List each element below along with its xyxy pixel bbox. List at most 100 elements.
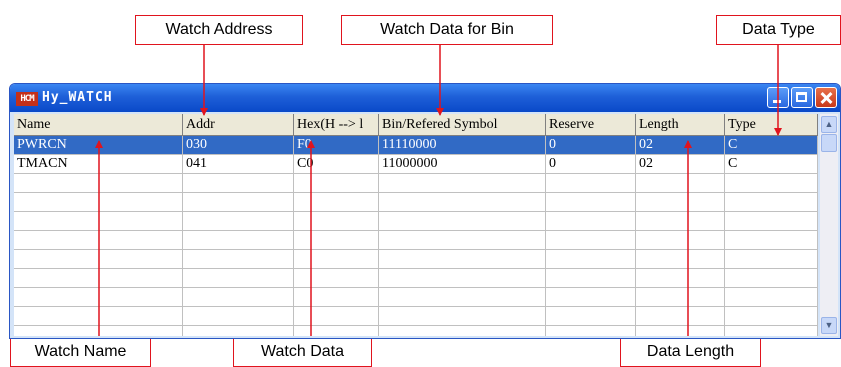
empty-cell[interactable] [183,269,294,288]
empty-cell[interactable] [546,250,636,269]
empty-cell[interactable] [546,269,636,288]
empty-cell[interactable] [379,212,546,231]
empty-cell[interactable] [14,269,183,288]
empty-cell[interactable] [636,250,725,269]
empty-cell[interactable] [725,174,818,193]
empty-cell[interactable] [725,212,818,231]
empty-cell[interactable] [183,288,294,307]
column-header-length[interactable]: Length [636,114,725,136]
cell-addr[interactable]: 030 [183,136,294,155]
empty-cell[interactable] [294,307,379,326]
cell-name[interactable]: TMACN [14,155,183,174]
close-button[interactable] [815,87,837,108]
empty-cell[interactable] [725,269,818,288]
empty-cell[interactable] [294,174,379,193]
table-row[interactable]: TMACN 041 C0 11000000 0 02 C [14,155,818,174]
empty-cell[interactable] [379,269,546,288]
empty-cell[interactable] [546,174,636,193]
empty-cell[interactable] [636,326,725,336]
column-header-name[interactable]: Name [14,114,183,136]
empty-cell[interactable] [14,250,183,269]
empty-cell[interactable] [183,231,294,250]
cell-type[interactable]: C [725,155,818,174]
empty-cell[interactable] [14,231,183,250]
scroll-down-arrow-icon[interactable]: ▼ [821,317,837,334]
window-titlebar[interactable]: HCM Hy_WATCH [10,84,840,112]
empty-table-row[interactable] [14,269,818,288]
column-header-bin[interactable]: Bin/Refered Symbol [379,114,546,136]
empty-cell[interactable] [14,174,183,193]
empty-table-row[interactable] [14,326,818,336]
empty-cell[interactable] [636,288,725,307]
cell-name[interactable]: PWRCN [14,136,183,155]
empty-cell[interactable] [379,193,546,212]
empty-cell[interactable] [546,193,636,212]
empty-cell[interactable] [725,326,818,336]
empty-cell[interactable] [379,288,546,307]
minimize-button[interactable] [767,87,789,108]
empty-cell[interactable] [294,193,379,212]
empty-cell[interactable] [636,269,725,288]
empty-table-row[interactable] [14,288,818,307]
empty-cell[interactable] [546,231,636,250]
empty-cell[interactable] [294,269,379,288]
empty-table-row[interactable] [14,174,818,193]
empty-cell[interactable] [14,212,183,231]
cell-type[interactable]: C [725,136,818,155]
empty-cell[interactable] [183,174,294,193]
empty-cell[interactable] [379,326,546,336]
table-row[interactable]: PWRCN 030 F0 11110000 0 02 C [14,136,818,155]
empty-cell[interactable] [636,174,725,193]
empty-cell[interactable] [183,326,294,336]
empty-cell[interactable] [294,231,379,250]
cell-hex[interactable]: F0 [294,136,379,155]
cell-length[interactable]: 02 [636,136,725,155]
empty-cell[interactable] [14,326,183,336]
empty-cell[interactable] [636,231,725,250]
empty-cell[interactable] [183,212,294,231]
cell-addr[interactable]: 041 [183,155,294,174]
empty-cell[interactable] [636,212,725,231]
column-header-type[interactable]: Type [725,114,818,136]
empty-cell[interactable] [294,250,379,269]
empty-cell[interactable] [294,326,379,336]
empty-cell[interactable] [183,193,294,212]
empty-cell[interactable] [14,193,183,212]
empty-cell[interactable] [183,250,294,269]
empty-cell[interactable] [379,174,546,193]
empty-cell[interactable] [546,326,636,336]
empty-cell[interactable] [725,288,818,307]
empty-cell[interactable] [14,288,183,307]
column-header-reserve[interactable]: Reserve [546,114,636,136]
empty-cell[interactable] [379,307,546,326]
empty-table-row[interactable] [14,212,818,231]
empty-cell[interactable] [14,307,183,326]
cell-length[interactable]: 02 [636,155,725,174]
empty-table-row[interactable] [14,250,818,269]
scroll-up-arrow-icon[interactable]: ▲ [821,116,837,133]
empty-cell[interactable] [725,193,818,212]
empty-cell[interactable] [725,231,818,250]
empty-cell[interactable] [546,212,636,231]
empty-table-row[interactable] [14,193,818,212]
empty-cell[interactable] [379,231,546,250]
vertical-scrollbar[interactable]: ▲ ▼ [820,114,838,336]
empty-cell[interactable] [725,307,818,326]
empty-cell[interactable] [636,307,725,326]
empty-cell[interactable] [294,212,379,231]
column-header-addr[interactable]: Addr [183,114,294,136]
column-header-hex[interactable]: Hex(H --> l [294,114,379,136]
empty-cell[interactable] [636,193,725,212]
cell-reserve[interactable]: 0 [546,155,636,174]
empty-cell[interactable] [379,250,546,269]
cell-bin[interactable]: 11000000 [379,155,546,174]
empty-cell[interactable] [725,250,818,269]
empty-cell[interactable] [183,307,294,326]
cell-reserve[interactable]: 0 [546,136,636,155]
empty-table-row[interactable] [14,307,818,326]
cell-hex[interactable]: C0 [294,155,379,174]
empty-cell[interactable] [546,288,636,307]
cell-bin[interactable]: 11110000 [379,136,546,155]
empty-cell[interactable] [546,307,636,326]
scroll-thumb[interactable] [821,134,837,152]
